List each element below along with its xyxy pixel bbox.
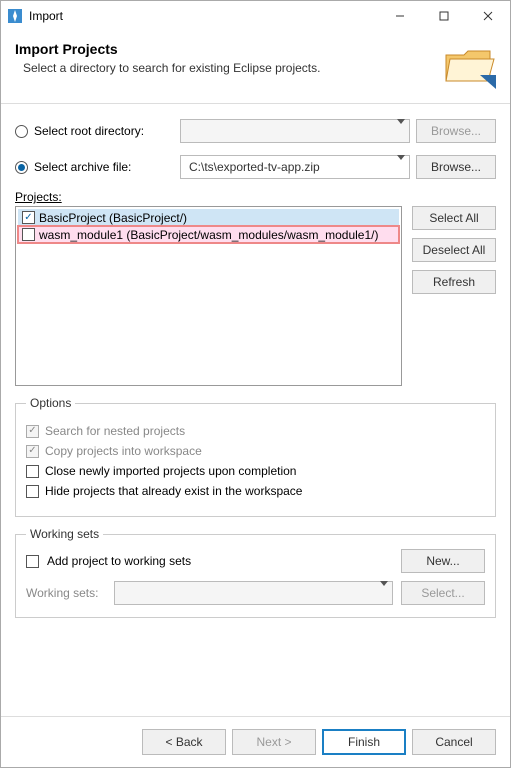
- project-checkbox[interactable]: [22, 228, 35, 241]
- titlebar: Import: [1, 1, 510, 31]
- close-button[interactable]: [466, 1, 510, 31]
- app-icon: [7, 8, 23, 24]
- archive-file-value: C:\ts\exported-tv-app.zip: [189, 160, 320, 174]
- window-title: Import: [29, 9, 63, 23]
- options-legend: Options: [26, 396, 75, 410]
- banner-description: Select a directory to search for existin…: [23, 61, 440, 75]
- projects-label: Projects:: [15, 190, 62, 204]
- archive-file-combo[interactable]: C:\ts\exported-tv-app.zip: [180, 155, 410, 179]
- maximize-button[interactable]: [422, 1, 466, 31]
- finish-button[interactable]: Finish: [322, 729, 406, 755]
- working-sets-legend: Working sets: [26, 527, 103, 541]
- archive-file-radio[interactable]: [15, 161, 28, 174]
- root-directory-radio[interactable]: [15, 125, 28, 138]
- project-label: wasm_module1 (BasicProject/wasm_modules/…: [39, 228, 378, 242]
- working-sets-group: Working sets Add project to working sets…: [15, 527, 496, 618]
- back-button[interactable]: < Back: [142, 729, 226, 755]
- deselect-all-button[interactable]: Deselect All: [412, 238, 496, 262]
- root-browse-button: Browse...: [416, 119, 496, 143]
- search-nested-checkbox: [26, 425, 39, 438]
- close-newly-checkbox[interactable]: [26, 465, 39, 478]
- refresh-button[interactable]: Refresh: [412, 270, 496, 294]
- project-checkbox[interactable]: [22, 211, 35, 224]
- chevron-down-icon: [397, 124, 405, 138]
- add-working-sets-checkbox[interactable]: [26, 555, 39, 568]
- chevron-down-icon: [380, 586, 388, 600]
- root-directory-combo: [180, 119, 410, 143]
- close-newly-label: Close newly imported projects upon compl…: [45, 464, 296, 478]
- minimize-button[interactable]: [378, 1, 422, 31]
- chevron-down-icon[interactable]: [397, 160, 405, 174]
- wizard-banner: Import Projects Select a directory to se…: [1, 31, 510, 104]
- add-working-sets-label: Add project to working sets: [47, 554, 393, 568]
- project-item[interactable]: BasicProject (BasicProject/): [18, 209, 399, 226]
- projects-list[interactable]: BasicProject (BasicProject/) wasm_module…: [15, 206, 402, 386]
- root-directory-label: Select root directory:: [34, 124, 174, 138]
- project-label: BasicProject (BasicProject/): [39, 211, 187, 225]
- copy-workspace-checkbox: [26, 445, 39, 458]
- select-working-set-button: Select...: [401, 581, 485, 605]
- next-button: Next >: [232, 729, 316, 755]
- working-sets-combo: [114, 581, 393, 605]
- working-sets-list-label: Working sets:: [26, 586, 106, 600]
- search-nested-label: Search for nested projects: [45, 424, 185, 438]
- archive-browse-button[interactable]: Browse...: [416, 155, 496, 179]
- select-all-button[interactable]: Select All: [412, 206, 496, 230]
- copy-workspace-label: Copy projects into workspace: [45, 444, 202, 458]
- wizard-footer: < Back Next > Finish Cancel: [1, 716, 510, 767]
- project-item[interactable]: wasm_module1 (BasicProject/wasm_modules/…: [18, 226, 399, 243]
- banner-heading: Import Projects: [15, 41, 440, 57]
- new-working-set-button[interactable]: New...: [401, 549, 485, 573]
- hide-existing-label: Hide projects that already exist in the …: [45, 484, 302, 498]
- hide-existing-checkbox[interactable]: [26, 485, 39, 498]
- import-folder-icon: [440, 41, 496, 89]
- archive-file-label: Select archive file:: [34, 160, 174, 174]
- cancel-button[interactable]: Cancel: [412, 729, 496, 755]
- options-group: Options Search for nested projects Copy …: [15, 396, 496, 517]
